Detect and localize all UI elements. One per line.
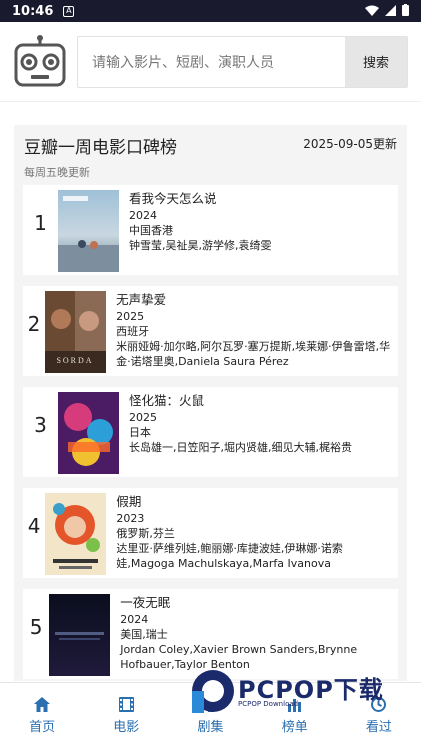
movie-region: 日本 — [129, 426, 151, 439]
movie-region: 美国,瑞士 — [120, 628, 168, 641]
movie-cast: 长岛雄一,日笠阳子,堀内贤雄,细见大辅,梶裕贵 — [129, 441, 352, 454]
movie-region: 俄罗斯,芬兰 — [116, 527, 175, 540]
movie-info: 一夜无眠 2024 美国,瑞士 Jordan Coley,Xavier Brow… — [120, 594, 398, 679]
signal-icon — [385, 4, 396, 16]
search-input[interactable]: 请输入影片、短剧、演职人员 — [78, 37, 345, 87]
status-bar: 10:46 A — [0, 0, 421, 22]
watermark-subtext: PCPOP Download — [238, 700, 299, 708]
app-header: 请输入影片、短剧、演职人员 搜索 — [0, 22, 421, 102]
update-date: 2025-09-05更新 — [303, 137, 397, 151]
movie-poster[interactable] — [45, 493, 107, 575]
movie-poster[interactable]: SORDA — [45, 291, 107, 373]
movie-region: 中国香港 — [129, 224, 173, 237]
movie-list: 1 看我今天怎么说 2024 中国香港 钟雪莹,吴祉昊,游学修,袁绮雯 2 SO… — [23, 185, 398, 690]
watermark: PCPOP下载 PCPOP Download — [190, 668, 410, 716]
movie-rank: 5 — [29, 615, 43, 639]
movie-title: 看我今天怎么说 — [129, 191, 217, 206]
ranking-panel: 豆瓣一周电影口碑榜 2025-09-05更新 每周五晚更新 1 看我今天怎么说 … — [14, 125, 407, 681]
movie-rank: 2 — [27, 312, 41, 336]
movie-cast: 达里亚·萨维列娃,鲍丽娜·库捷波娃,伊琳娜·诺索娃,Magoga Machuls… — [116, 542, 343, 570]
nav-movies-label: 电影 — [113, 719, 140, 735]
movie-region: 西班牙 — [116, 325, 150, 338]
nav-home-label: 首页 — [29, 719, 56, 735]
movie-year: 2024 — [120, 613, 149, 626]
movie-card[interactable]: 2 SORDA 无声挚爱 2025 西班牙 米丽娅姆·加尔略,阿尔瓦罗·塞万提斯… — [23, 286, 398, 376]
movie-cast: 米丽娅姆·加尔略,阿尔瓦罗·塞万提斯,埃莱娜·伊鲁雷塔,华金·诺塔里奥,Dani… — [116, 340, 391, 368]
movie-poster[interactable] — [49, 594, 111, 676]
movie-rank: 3 — [34, 413, 47, 437]
robot-logo-icon[interactable] — [13, 34, 67, 89]
movie-card[interactable]: 4 假期 2023 俄罗斯,芬兰 达里亚·萨维列娃,鲍丽娜·库捷波娃,伊琳娜·诺… — [23, 488, 398, 578]
nav-history-label: 看过 — [365, 719, 392, 735]
nav-series-label: 剧集 — [197, 719, 224, 735]
film-icon — [118, 696, 134, 712]
movie-title: 一夜无眠 — [120, 595, 171, 610]
status-time: 10:46 — [12, 3, 54, 19]
movie-info: 假期 2023 俄罗斯,芬兰 达里亚·萨维列娃,鲍丽娜·库捷波娃,伊琳娜·诺索娃… — [116, 493, 398, 578]
movie-info: 无声挚爱 2025 西班牙 米丽娅姆·加尔略,阿尔瓦罗·塞万提斯,埃莱娜·伊鲁雷… — [116, 291, 398, 376]
movie-cast: 钟雪莹,吴祉昊,游学修,袁绮雯 — [129, 239, 272, 252]
movie-card[interactable]: 1 看我今天怎么说 2024 中国香港 钟雪莹,吴祉昊,游学修,袁绮雯 — [23, 185, 398, 275]
movie-title: 假期 — [116, 494, 142, 509]
movie-rank: 1 — [34, 211, 47, 235]
wifi-icon — [365, 5, 379, 16]
home-icon — [34, 696, 51, 712]
movie-card[interactable]: 5 一夜无眠 2024 美国,瑞士 Jordan Coley,Xavier Br… — [23, 589, 398, 679]
watermark-logo-icon — [192, 670, 234, 713]
movie-info: 怪化猫：火鼠 2025 日本 长岛雄一,日笠阳子,堀内贤雄,细见大辅,梶裕贵 — [129, 392, 352, 477]
search-bar: 请输入影片、短剧、演职人员 搜索 — [77, 35, 408, 88]
battery-icon — [402, 4, 409, 16]
movie-poster[interactable] — [58, 190, 119, 272]
movie-rank: 4 — [27, 514, 41, 538]
movie-year: 2025 — [116, 310, 145, 323]
status-icons — [365, 4, 409, 16]
movie-year: 2024 — [129, 209, 157, 222]
movie-info: 看我今天怎么说 2024 中国香港 钟雪莹,吴祉昊,游学修,袁绮雯 — [129, 190, 272, 275]
nav-movies[interactable]: 电影 — [84, 683, 168, 748]
nav-home[interactable]: 首页 — [0, 683, 84, 748]
notification-icon: A — [63, 5, 75, 17]
movie-poster[interactable] — [58, 392, 119, 474]
nav-charts-label: 榜单 — [281, 719, 308, 735]
search-button[interactable]: 搜索 — [345, 36, 407, 87]
update-schedule: 每周五晚更新 — [24, 166, 90, 179]
poster-title: SORDA — [57, 356, 94, 365]
movie-title: 怪化猫：火鼠 — [129, 393, 205, 408]
movie-title: 无声挚爱 — [116, 292, 167, 307]
movie-year: 2025 — [129, 411, 157, 424]
movie-year: 2023 — [116, 512, 145, 525]
movie-card[interactable]: 3 怪化猫：火鼠 2025 日本 长岛雄一,日笠阳子,堀内贤雄,细见大辅,梶裕贵 — [23, 387, 398, 477]
panel-title: 豆瓣一周电影口碑榜 — [24, 138, 177, 158]
